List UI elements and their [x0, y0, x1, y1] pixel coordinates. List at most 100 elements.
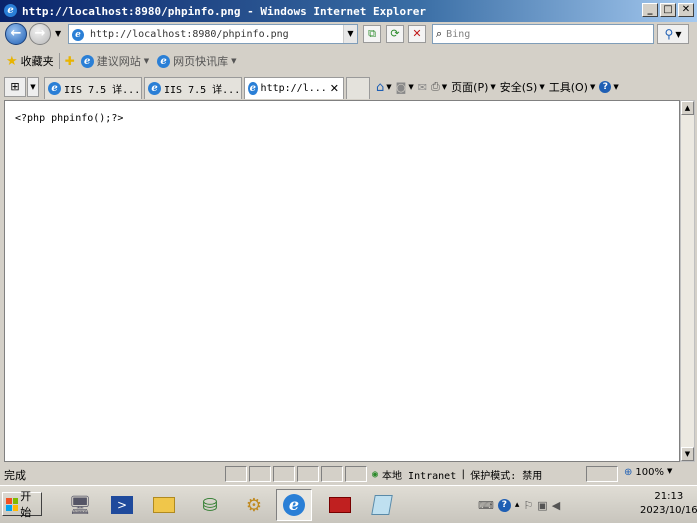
- address-bar[interactable]: e http://localhost:8980/phpinfo.png ▼: [68, 24, 358, 44]
- home-button[interactable]: ⌂ ▼: [376, 80, 392, 95]
- scroll-down-button[interactable]: ▼: [681, 447, 694, 461]
- search-field[interactable]: ⌕ Bing: [432, 24, 654, 44]
- network-tray-icon[interactable]: ▣: [537, 499, 547, 512]
- divider: [58, 53, 60, 69]
- chevron-down-icon: ▼: [231, 57, 237, 65]
- tools-menu[interactable]: 工具(O) ▼: [549, 79, 596, 95]
- flag-icon[interactable]: ⚐: [523, 499, 533, 512]
- iis-manager-icon: ⚙: [245, 494, 263, 516]
- keyboard-icon[interactable]: ⌨: [478, 499, 494, 512]
- stop-icon[interactable]: ✕: [408, 25, 426, 43]
- taskbar-explorer[interactable]: [146, 489, 182, 521]
- page-menu-label: 页面(P): [451, 81, 489, 94]
- taskbar-notepad[interactable]: [364, 489, 400, 521]
- ie-icon: e: [283, 494, 305, 516]
- scroll-up-button[interactable]: ▲: [681, 101, 694, 115]
- suggested-sites-label: 建议网站: [96, 55, 141, 68]
- read-mail-button[interactable]: ✉: [418, 81, 427, 94]
- tab-bar: ⊞ ▼ e IIS 7.5 详... e IIS 7.5 详... e http…: [0, 75, 697, 99]
- tab-label: http://l...: [260, 83, 327, 94]
- volume-icon[interactable]: ◀: [552, 499, 560, 512]
- address-toolbar: ← → ▼ e http://localhost:8980/phpinfo.pn…: [0, 22, 697, 46]
- chevron-down-icon: ▼: [143, 57, 150, 65]
- start-label: 开始: [20, 490, 32, 519]
- status-panel: [297, 466, 319, 482]
- page-menu[interactable]: 页面(P) ▼: [451, 79, 496, 95]
- refresh-icon[interactable]: ⟳: [386, 25, 404, 43]
- printer-icon: ⎙: [430, 80, 440, 93]
- minimize-button[interactable]: _: [642, 3, 658, 17]
- tab-list-dropdown[interactable]: ▼: [27, 77, 39, 97]
- tab-close-icon[interactable]: ✕: [330, 82, 339, 95]
- vertical-scrollbar[interactable]: ▲ ▼: [680, 100, 695, 462]
- taskbar-toolbox[interactable]: [322, 489, 358, 521]
- tray-expand-icon[interactable]: ▴: [515, 500, 520, 510]
- print-button[interactable]: ⎙ ▼: [431, 80, 447, 94]
- forward-button[interactable]: →: [29, 23, 51, 45]
- suggested-sites-link[interactable]: e 建议网站 ▼: [80, 51, 150, 71]
- folder-icon: [153, 497, 175, 513]
- status-panel: [249, 466, 271, 482]
- start-button[interactable]: 开始: [2, 490, 42, 519]
- compatibility-view-icon[interactable]: ⧉: [363, 25, 381, 43]
- back-button[interactable]: ←: [5, 23, 27, 45]
- change-status-button[interactable]: [586, 466, 618, 482]
- new-tab-button[interactable]: [346, 77, 370, 99]
- favorites-button[interactable]: ★ 收藏夹: [6, 51, 54, 71]
- taskbar-iis-manager[interactable]: ⚙: [236, 489, 272, 521]
- status-text: 完成: [4, 469, 26, 482]
- search-options-dropdown[interactable]: ▼: [675, 30, 681, 39]
- search-input[interactable]: Bing: [446, 29, 470, 40]
- security-zone[interactable]: ◉ 本地 Intranet | 保护模式: 禁用: [372, 467, 542, 482]
- home-icon: ⌂: [376, 79, 385, 95]
- taskbar-internet-explorer[interactable]: e: [276, 489, 312, 521]
- site-icon: e: [157, 54, 171, 68]
- zoom-level: 100%: [635, 467, 664, 478]
- window-titlebar[interactable]: e http://localhost:8980/phpinfo.png - Wi…: [0, 0, 697, 22]
- help-icon[interactable]: ?: [497, 498, 511, 512]
- feeds-button[interactable]: ◙ ▼: [396, 81, 414, 94]
- notepad-icon: [371, 495, 393, 515]
- recent-pages-dropdown[interactable]: ▼: [55, 29, 61, 38]
- ie-logo-icon: e: [4, 3, 20, 19]
- clock-time: 21:13: [654, 491, 684, 502]
- close-button[interactable]: ✕: [678, 3, 694, 17]
- quick-tabs-button[interactable]: ⊞: [4, 77, 26, 97]
- taskbar: 开始 🖥 > ⛁ ⚙ e ⌨ ? ▴ ⚐ ▣ ◀ 21:13 2023/10/1…: [0, 485, 697, 523]
- taskbar-server-manager[interactable]: 🖥: [62, 489, 98, 521]
- web-slice-gallery-link[interactable]: e 网页快讯库 ▼: [157, 51, 237, 71]
- toolbox-icon: [329, 497, 351, 513]
- search-button[interactable]: ⚲ ▼: [657, 24, 689, 44]
- page-text: <?php phpinfo();?>: [15, 113, 124, 124]
- network-icon: ⛁: [202, 494, 218, 516]
- tab-iis-2[interactable]: e IIS 7.5 详...: [144, 77, 242, 99]
- page-icon: e: [72, 27, 86, 41]
- zoom-control[interactable]: ⊕ 100% ▼: [624, 467, 672, 478]
- zoom-icon: ⊕: [624, 467, 633, 478]
- taskbar-network[interactable]: ⛁: [192, 489, 228, 521]
- status-panel: [345, 466, 367, 482]
- safety-menu[interactable]: 安全(S) ▼: [500, 79, 545, 95]
- ie-page-icon: e: [148, 82, 161, 95]
- tab-iis-1[interactable]: e IIS 7.5 详...: [44, 77, 142, 99]
- ie-page-icon: e: [248, 82, 258, 95]
- divider: |: [460, 469, 467, 480]
- add-favorite-icon[interactable]: ✚: [65, 54, 75, 68]
- address-dropdown[interactable]: ▼: [343, 25, 357, 43]
- web-slice-gallery-label: 网页快讯库: [173, 55, 229, 68]
- ie-page-icon: e: [48, 82, 61, 95]
- tab-label: IIS 7.5 详...: [164, 85, 241, 96]
- site-icon: e: [80, 54, 94, 68]
- tab-phpinfo[interactable]: e http://l... ✕: [244, 77, 344, 99]
- status-bar: 完成 ◉ 本地 Intranet | 保护模式: 禁用 ⊕ 100% ▼: [0, 465, 697, 483]
- status-panel: [321, 466, 343, 482]
- taskbar-powershell[interactable]: >: [104, 489, 140, 521]
- safety-menu-label: 安全(S): [499, 81, 538, 94]
- status-panel: [273, 466, 295, 482]
- chevron-down-icon: ▼: [666, 467, 673, 475]
- clock[interactable]: 21:13 2023/10/16: [640, 490, 697, 518]
- help-menu[interactable]: ? ▼: [599, 81, 619, 93]
- address-input[interactable]: http://localhost:8980/phpinfo.png: [90, 29, 343, 40]
- protected-mode-label: 保护模式: 禁用: [470, 471, 543, 482]
- maximize-button[interactable]: □: [660, 3, 676, 17]
